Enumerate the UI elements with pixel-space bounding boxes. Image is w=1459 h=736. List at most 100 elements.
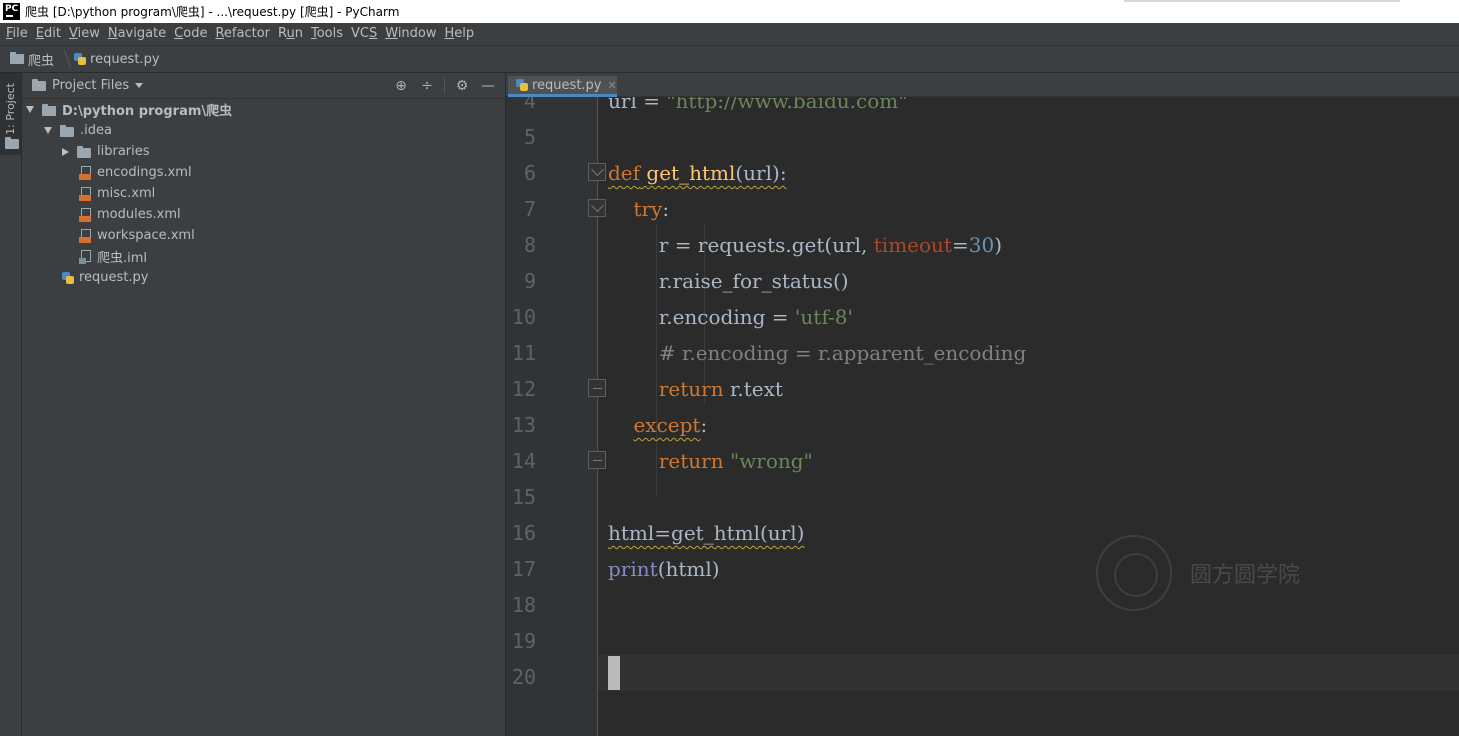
menu-vcs[interactable]: VCS <box>347 23 381 45</box>
line-number: 18 <box>511 593 536 617</box>
fold-end-icon[interactable] <box>588 451 606 469</box>
breadcrumb-file[interactable]: request.py <box>90 52 160 67</box>
code-keyword: except <box>633 413 701 437</box>
line-number: 13 <box>511 413 536 437</box>
tree-item-libraries[interactable]: libraries <box>22 141 506 162</box>
folder-icon <box>42 103 56 116</box>
code-text: url = <box>608 97 667 113</box>
line-number: 15 <box>511 485 536 509</box>
code-area[interactable]: 4 5 6 7 8 9 10 11 12 13 14 15 16 17 18 19 20 url = "http… <box>506 97 1459 736</box>
watermark-logo-icon <box>1096 535 1172 611</box>
close-icon[interactable]: ✕ <box>608 79 617 92</box>
tab-request-py[interactable]: request.py ✕ <box>508 76 617 97</box>
collapsed-arrow-icon[interactable] <box>62 147 69 156</box>
minimize-icon[interactable]: — <box>479 77 497 95</box>
menu-navigate[interactable]: Navigate <box>104 23 170 45</box>
code-string: "http://www.baidu.com" <box>666 97 908 113</box>
menu-file[interactable]: File <box>2 23 32 45</box>
tree-item-misc[interactable]: misc.xml <box>22 183 506 204</box>
code-line-11: # r.encoding = r.apparent_encoding <box>608 341 1026 365</box>
locate-icon[interactable]: ⊕ <box>392 77 410 95</box>
code-text: : <box>700 413 708 437</box>
code-comment: # r.encoding = r.apparent_encoding <box>658 341 1027 365</box>
project-tree: D:\python program\爬虫 .idea libraries enc… <box>22 99 506 288</box>
code-text: r.encoding = <box>658 305 795 329</box>
line-number: 5 <box>523 125 536 149</box>
tree-item-modules[interactable]: modules.xml <box>22 204 506 225</box>
code-line-17: print(html) <box>608 557 720 581</box>
expand-arrow-icon[interactable] <box>26 106 34 113</box>
gear-icon[interactable]: ⚙ <box>453 77 471 95</box>
code-text: r.text <box>723 377 783 401</box>
code-line-12: return r.text <box>608 377 783 401</box>
line-number: 10 <box>511 305 536 329</box>
project-panel: Project Files ⊕ ÷ ⚙ — D:\python program\… <box>22 73 506 736</box>
watermark: 圆方圆学院 <box>1096 535 1300 611</box>
xml-file-icon <box>79 186 91 201</box>
menu-tools[interactable]: Tools <box>307 23 347 45</box>
code-string: "wrong" <box>729 449 813 473</box>
text-cursor <box>608 656 620 690</box>
folder-icon <box>10 52 24 64</box>
tree-item-idea[interactable]: .idea <box>22 120 506 141</box>
code-keyword: def <box>608 161 641 185</box>
code-text: r = requests.get(url, <box>658 233 874 257</box>
menu-code[interactable]: Code <box>170 23 211 45</box>
breadcrumb-project[interactable]: 爬虫 <box>28 50 54 69</box>
line-number: 20 <box>511 665 536 689</box>
project-tool-tab[interactable]: 1: Project <box>0 73 21 155</box>
editor-tab-bar: request.py ✕ <box>506 73 1459 97</box>
line-number: 17 <box>511 557 536 581</box>
code-line-8: r = requests.get(url, timeout=30) <box>608 233 1002 257</box>
chevron-down-icon[interactable] <box>135 83 144 88</box>
tree-item-label: libraries <box>97 144 150 159</box>
project-view-selector[interactable]: Project Files <box>52 78 129 93</box>
menu-refactor[interactable]: Refactor <box>211 23 274 45</box>
folder-icon <box>32 78 46 91</box>
line-number: 19 <box>511 629 536 653</box>
menu-help[interactable]: Help <box>441 23 479 45</box>
tree-item-label: D:\python program\爬虫 <box>62 104 233 119</box>
tree-item-root[interactable]: D:\python program\爬虫 <box>22 99 506 120</box>
menu-run[interactable]: Run <box>274 23 307 45</box>
xml-file-icon <box>79 207 91 222</box>
tree-item-request[interactable]: request.py <box>22 267 506 288</box>
watermark-text: 圆方圆学院 <box>1190 563 1301 588</box>
expand-arrow-icon[interactable] <box>44 127 52 134</box>
code-text: (html) <box>657 557 720 581</box>
tree-item-label: 爬虫.iml <box>97 251 148 266</box>
tree-item-encodings[interactable]: encodings.xml <box>22 162 506 183</box>
code-builtin: print <box>608 557 658 581</box>
code-line-13: except: <box>608 413 707 437</box>
gutter-divider <box>597 97 598 736</box>
code-text: ) <box>994 233 1002 257</box>
line-number: 14 <box>511 449 536 473</box>
pycharm-logo-icon: PC <box>3 3 20 20</box>
line-number: 7 <box>523 197 536 221</box>
code-text: : <box>662 197 670 221</box>
tree-item-iml[interactable]: 爬虫.iml <box>22 246 506 267</box>
line-number: 6 <box>523 161 536 185</box>
fold-marker-icon[interactable] <box>588 199 606 217</box>
breadcrumb: 爬虫 request.py <box>0 45 1459 73</box>
code-function-name: get_html <box>646 161 736 185</box>
menu-window[interactable]: Window <box>381 23 440 45</box>
tree-item-label: workspace.xml <box>97 228 195 243</box>
fold-marker-icon[interactable] <box>588 163 606 181</box>
code-line-6: def get_html(url): <box>608 161 787 185</box>
menu-edit[interactable]: Edit <box>32 23 65 45</box>
project-tool-label: 1: Project <box>4 83 17 135</box>
line-number: 11 <box>511 341 536 365</box>
line-number: 8 <box>523 233 536 257</box>
editor: request.py ✕ 4 5 6 7 8 9 10 11 12 13 14 15 16 17 18 19 2… <box>506 73 1459 736</box>
menu-view[interactable]: View <box>65 23 104 45</box>
tree-item-workspace[interactable]: workspace.xml <box>22 225 506 246</box>
tree-item-label: misc.xml <box>97 186 156 201</box>
fold-end-icon[interactable] <box>588 379 606 397</box>
project-panel-toolbar: ⊕ ÷ ⚙ — <box>384 77 497 95</box>
window-edge-shadow <box>1124 0 1400 2</box>
xml-file-icon <box>79 165 91 180</box>
code-text: = <box>951 233 969 257</box>
collapse-all-icon[interactable]: ÷ <box>418 77 436 95</box>
code-text: html=get_html(url) <box>608 521 805 545</box>
